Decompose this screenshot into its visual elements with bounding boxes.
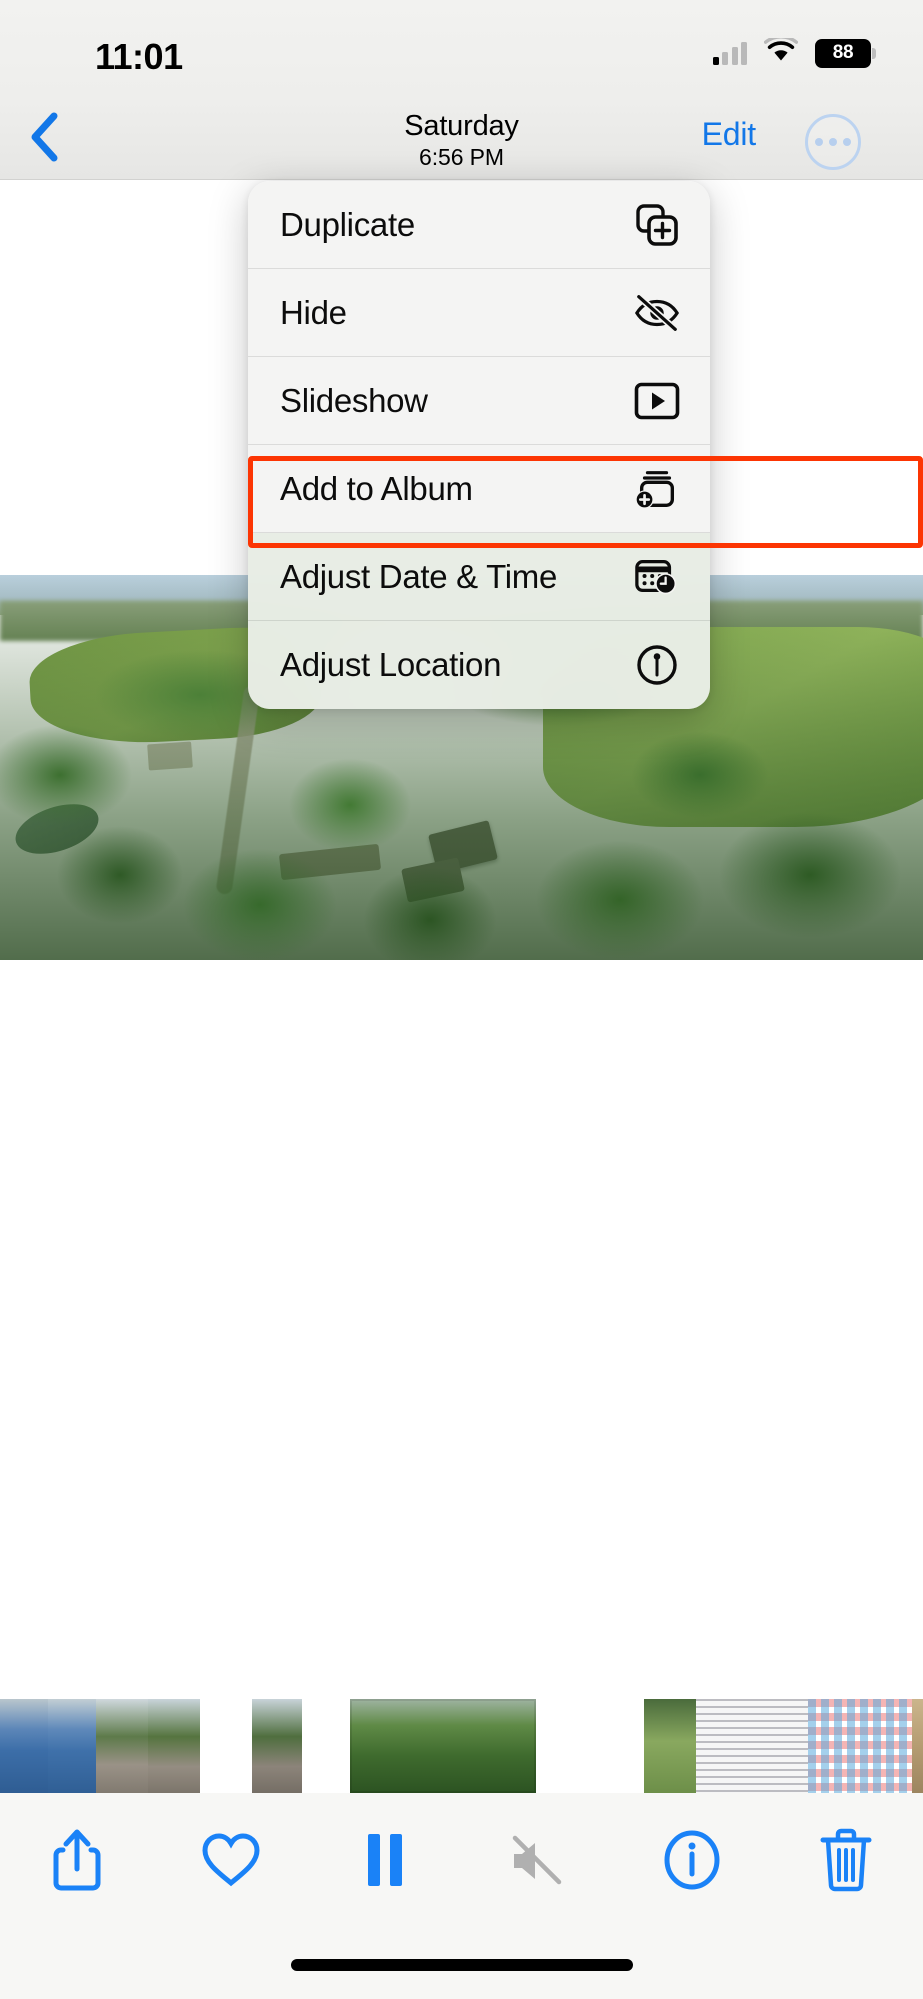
share-icon	[49, 1826, 105, 1899]
filmstrip-thumbnail[interactable]	[48, 1699, 96, 1793]
context-menu-item-label: Adjust Date & Time	[280, 557, 558, 595]
filmstrip-gap	[536, 1699, 644, 1793]
filmstrip-thumbnail[interactable]	[912, 1699, 923, 1793]
context-menu-item-duplicate[interactable]: Duplicate	[248, 181, 710, 269]
more-options-button[interactable]	[805, 114, 861, 170]
photo-filmstrip[interactable]	[0, 1699, 923, 1793]
context-menu-item-label: Hide	[280, 293, 347, 331]
info-circle-icon	[662, 1829, 722, 1896]
status-bar-indicators: 88	[712, 35, 876, 68]
back-button[interactable]	[14, 108, 76, 170]
battery-icon: 88	[815, 38, 876, 68]
share-button[interactable]	[31, 1816, 123, 1908]
favorite-button[interactable]	[185, 1816, 277, 1908]
status-bar-time: 11:01	[95, 36, 183, 77]
home-indicator-area	[0, 1931, 923, 1999]
context-menu-item-label: Adjust Location	[280, 646, 502, 683]
heart-icon	[200, 1831, 262, 1894]
filmstrip-thumbnail[interactable]	[808, 1699, 860, 1793]
bottom-toolbar	[0, 1793, 923, 1931]
play-rectangle-icon	[634, 378, 680, 424]
context-menu-item-adjust-location[interactable]: Adjust Location	[248, 621, 710, 709]
ellipsis-circle-icon	[815, 138, 851, 146]
eye-slash-icon	[634, 290, 680, 336]
edit-button[interactable]: Edit	[702, 116, 757, 153]
wifi-icon	[763, 35, 799, 68]
battery-percent-label: 88	[832, 42, 854, 63]
status-bar: 11:01 88	[0, 0, 923, 100]
mute-button	[492, 1816, 584, 1908]
filmstrip-thumbnail[interactable]	[252, 1699, 302, 1793]
location-pin-icon	[634, 642, 680, 688]
filmstrip-thumbnail[interactable]	[200, 1699, 252, 1793]
filmstrip-gap	[302, 1699, 350, 1793]
context-menu-item-adjust-date-time[interactable]: Adjust Date & Time	[248, 533, 710, 621]
pause-icon	[364, 1831, 406, 1894]
filmstrip-thumbnail[interactable]	[752, 1699, 808, 1793]
filmstrip-thumbnail[interactable]	[148, 1699, 200, 1793]
home-indicator[interactable]	[290, 1959, 633, 1971]
cellular-signal-icon	[712, 41, 747, 65]
context-menu-item-hide[interactable]: Hide	[248, 269, 710, 357]
context-menu-item-add-to-album[interactable]: Add to Album	[248, 445, 710, 533]
filmstrip-thumbnail[interactable]	[96, 1699, 148, 1793]
chevron-left-icon	[29, 111, 61, 168]
filmstrip-thumbnail[interactable]	[350, 1699, 536, 1793]
delete-button[interactable]	[800, 1816, 892, 1908]
page-subtitle: 6:56 PM	[419, 144, 504, 170]
pause-button[interactable]	[339, 1816, 431, 1908]
context-menu-item-label: Slideshow	[280, 381, 428, 419]
add-to-album-icon	[634, 466, 680, 512]
filmstrip-thumbnail[interactable]	[644, 1699, 696, 1793]
nav-title-block: Saturday 6:56 PM	[0, 109, 923, 171]
page-title: Saturday	[404, 110, 519, 142]
info-button[interactable]	[646, 1816, 738, 1908]
context-menu-item-slideshow[interactable]: Slideshow	[248, 357, 710, 445]
filmstrip-thumbnail[interactable]	[0, 1699, 48, 1793]
speaker-slash-icon	[509, 1834, 567, 1891]
context-menu: Duplicate Hide Slideshow Add to Album Adjust…	[248, 181, 710, 709]
calendar-clock-icon	[634, 554, 680, 600]
duplicate-icon	[634, 202, 680, 248]
photo-background-pane	[0, 960, 923, 1699]
filmstrip-thumbnail[interactable]	[696, 1699, 752, 1793]
filmstrip-thumbnail[interactable]	[860, 1699, 912, 1793]
trash-icon	[818, 1828, 874, 1897]
context-menu-item-label: Duplicate	[280, 205, 415, 243]
navigation-bar: Saturday 6:56 PM Edit	[0, 100, 923, 180]
context-menu-item-label: Add to Album	[280, 469, 473, 507]
